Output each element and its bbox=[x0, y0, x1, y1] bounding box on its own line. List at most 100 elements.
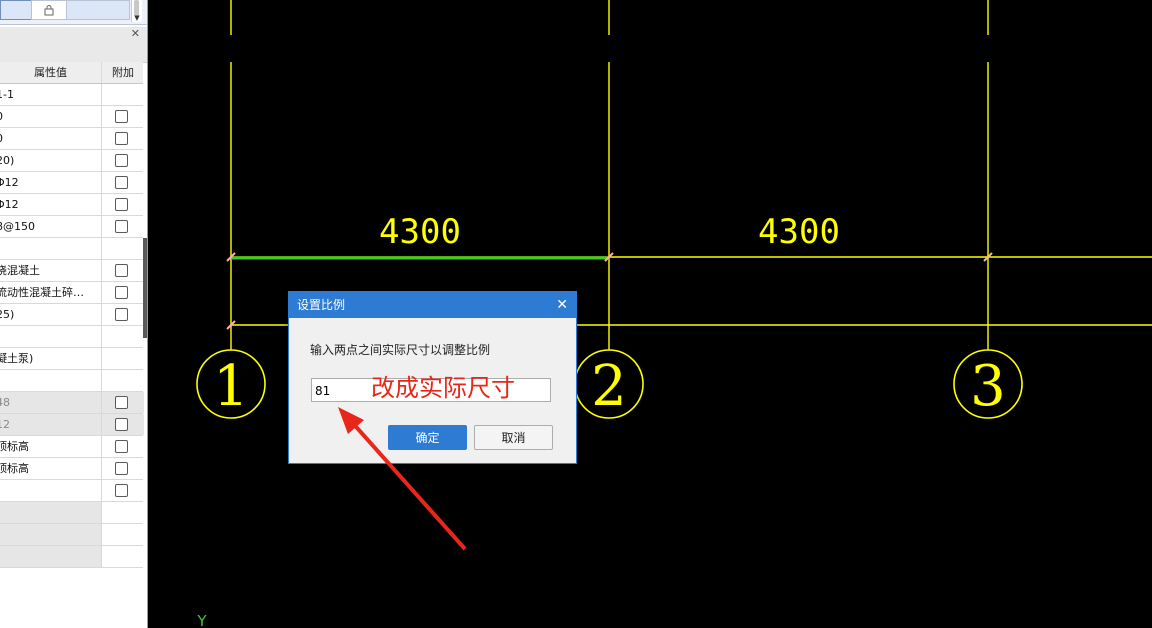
table-header: 属性值 附加 bbox=[0, 62, 143, 84]
table-row[interactable]: 1-1 bbox=[0, 84, 143, 106]
table-row[interactable]: 8@150 bbox=[0, 216, 143, 238]
add-checkbox[interactable] bbox=[115, 198, 128, 211]
column-header-value: 属性值 bbox=[34, 66, 67, 79]
add-checkbox[interactable] bbox=[115, 264, 128, 277]
property-panel: ▼ ✕ 属性值 附加 1-10020)Φ12Φ128@150浇混凝土流动性混凝土… bbox=[0, 0, 148, 628]
property-value[interactable] bbox=[0, 502, 101, 523]
property-value[interactable]: Φ12 bbox=[0, 194, 101, 215]
add-checkbox[interactable] bbox=[115, 154, 128, 167]
property-value[interactable]: 顶标高 bbox=[0, 436, 101, 457]
add-checkbox[interactable] bbox=[115, 176, 128, 189]
property-value[interactable] bbox=[0, 524, 101, 545]
add-checkbox[interactable] bbox=[115, 132, 128, 145]
property-value[interactable] bbox=[0, 238, 101, 259]
table-row[interactable]: 25) bbox=[0, 304, 143, 326]
property-value[interactable] bbox=[0, 370, 101, 391]
lock-button[interactable] bbox=[31, 0, 67, 20]
panel-splitter[interactable] bbox=[143, 238, 147, 338]
property-value[interactable]: 流动性混凝土碎… bbox=[0, 282, 101, 303]
table-row[interactable] bbox=[0, 502, 143, 524]
top-toolbar-strip: ▼ bbox=[0, 0, 147, 25]
table-row[interactable]: 0 bbox=[0, 128, 143, 150]
table-row[interactable] bbox=[0, 524, 143, 546]
property-value[interactable]: 25) bbox=[0, 304, 101, 325]
dialog-title: 设置比例 bbox=[297, 298, 346, 312]
table-row[interactable] bbox=[0, 546, 143, 568]
property-value[interactable]: Φ12 bbox=[0, 172, 101, 193]
table-row[interactable] bbox=[0, 480, 143, 502]
annotation-text: 改成实际尺寸 bbox=[371, 374, 515, 402]
add-cell bbox=[101, 414, 144, 435]
column-header-add: 附加 bbox=[101, 62, 144, 83]
axis-label-1: 1 bbox=[213, 354, 249, 419]
add-cell bbox=[101, 546, 144, 567]
table-row[interactable]: 20) bbox=[0, 150, 143, 172]
dimension-text: 4300 bbox=[758, 212, 840, 252]
add-cell bbox=[101, 128, 144, 149]
property-value[interactable]: 凝土泵) bbox=[0, 348, 101, 369]
property-value[interactable]: 顶标高 bbox=[0, 458, 101, 479]
table-row[interactable]: 12 bbox=[0, 414, 144, 436]
pane-header: ✕ bbox=[0, 27, 147, 63]
axis-label-3: 3 bbox=[970, 354, 1006, 419]
axis-label-2: 2 bbox=[591, 354, 627, 419]
ok-button[interactable]: 确定 bbox=[388, 425, 467, 450]
add-cell bbox=[101, 326, 144, 347]
property-value[interactable]: 12 bbox=[0, 414, 101, 435]
add-cell bbox=[101, 216, 144, 237]
table-row[interactable]: ) bbox=[0, 326, 143, 348]
add-checkbox[interactable] bbox=[115, 440, 128, 453]
table-row[interactable]: 凝土泵) bbox=[0, 348, 143, 370]
ucs-y-label: Y bbox=[196, 612, 207, 628]
property-value[interactable]: 0 bbox=[0, 106, 101, 127]
add-checkbox[interactable] bbox=[115, 220, 128, 233]
add-checkbox[interactable] bbox=[115, 484, 128, 497]
table-row[interactable] bbox=[0, 370, 143, 392]
add-cell bbox=[101, 370, 144, 391]
property-value[interactable]: 8@150 bbox=[0, 216, 101, 237]
add-cell bbox=[101, 480, 144, 501]
table-row[interactable]: 48 bbox=[0, 392, 144, 414]
table-row[interactable]: Φ12 bbox=[0, 194, 143, 216]
add-cell bbox=[101, 194, 144, 215]
add-checkbox[interactable] bbox=[115, 462, 128, 475]
property-table: 属性值 附加 1-10020)Φ12Φ128@150浇混凝土流动性混凝土碎…25… bbox=[0, 62, 144, 568]
toolbar-cell[interactable] bbox=[66, 0, 130, 20]
add-checkbox[interactable] bbox=[115, 110, 128, 123]
table-row[interactable]: 流动性混凝土碎… bbox=[0, 282, 143, 304]
cancel-button[interactable]: 取消 bbox=[474, 425, 553, 450]
property-value[interactable] bbox=[0, 480, 101, 501]
add-cell bbox=[101, 84, 144, 105]
add-checkbox[interactable] bbox=[115, 396, 128, 409]
add-checkbox[interactable] bbox=[115, 308, 128, 321]
property-value[interactable]: 0 bbox=[0, 128, 101, 149]
chevron-down-icon[interactable]: ▼ bbox=[132, 14, 142, 22]
add-checkbox[interactable] bbox=[115, 286, 128, 299]
table-row[interactable]: Φ12 bbox=[0, 172, 143, 194]
add-cell bbox=[101, 282, 144, 303]
close-icon[interactable]: ✕ bbox=[131, 27, 140, 40]
add-cell bbox=[101, 524, 144, 545]
add-checkbox[interactable] bbox=[115, 418, 128, 431]
property-value[interactable] bbox=[0, 546, 101, 567]
close-icon[interactable]: ✕ bbox=[556, 292, 568, 318]
scrollbar[interactable]: ▼ bbox=[131, 0, 142, 22]
property-value[interactable]: 48 bbox=[0, 392, 101, 413]
toolbar-cell[interactable] bbox=[0, 0, 32, 20]
property-value[interactable]: ) bbox=[0, 326, 101, 347]
add-cell bbox=[101, 150, 144, 171]
lock-icon bbox=[44, 5, 54, 16]
table-row[interactable] bbox=[0, 238, 143, 260]
table-row[interactable]: 顶标高 bbox=[0, 436, 143, 458]
table-row[interactable]: 0 bbox=[0, 106, 143, 128]
add-cell bbox=[101, 458, 144, 479]
dialog-titlebar[interactable]: 设置比例 ✕ bbox=[289, 292, 576, 318]
table-row[interactable]: 浇混凝土 bbox=[0, 260, 143, 282]
property-value[interactable]: 1-1 bbox=[0, 84, 101, 105]
add-cell bbox=[101, 502, 144, 523]
property-value[interactable]: 浇混凝土 bbox=[0, 260, 101, 281]
add-cell bbox=[101, 172, 144, 193]
property-value[interactable]: 20) bbox=[0, 150, 101, 171]
table-row[interactable]: 顶标高 bbox=[0, 458, 143, 480]
add-cell bbox=[101, 436, 144, 457]
